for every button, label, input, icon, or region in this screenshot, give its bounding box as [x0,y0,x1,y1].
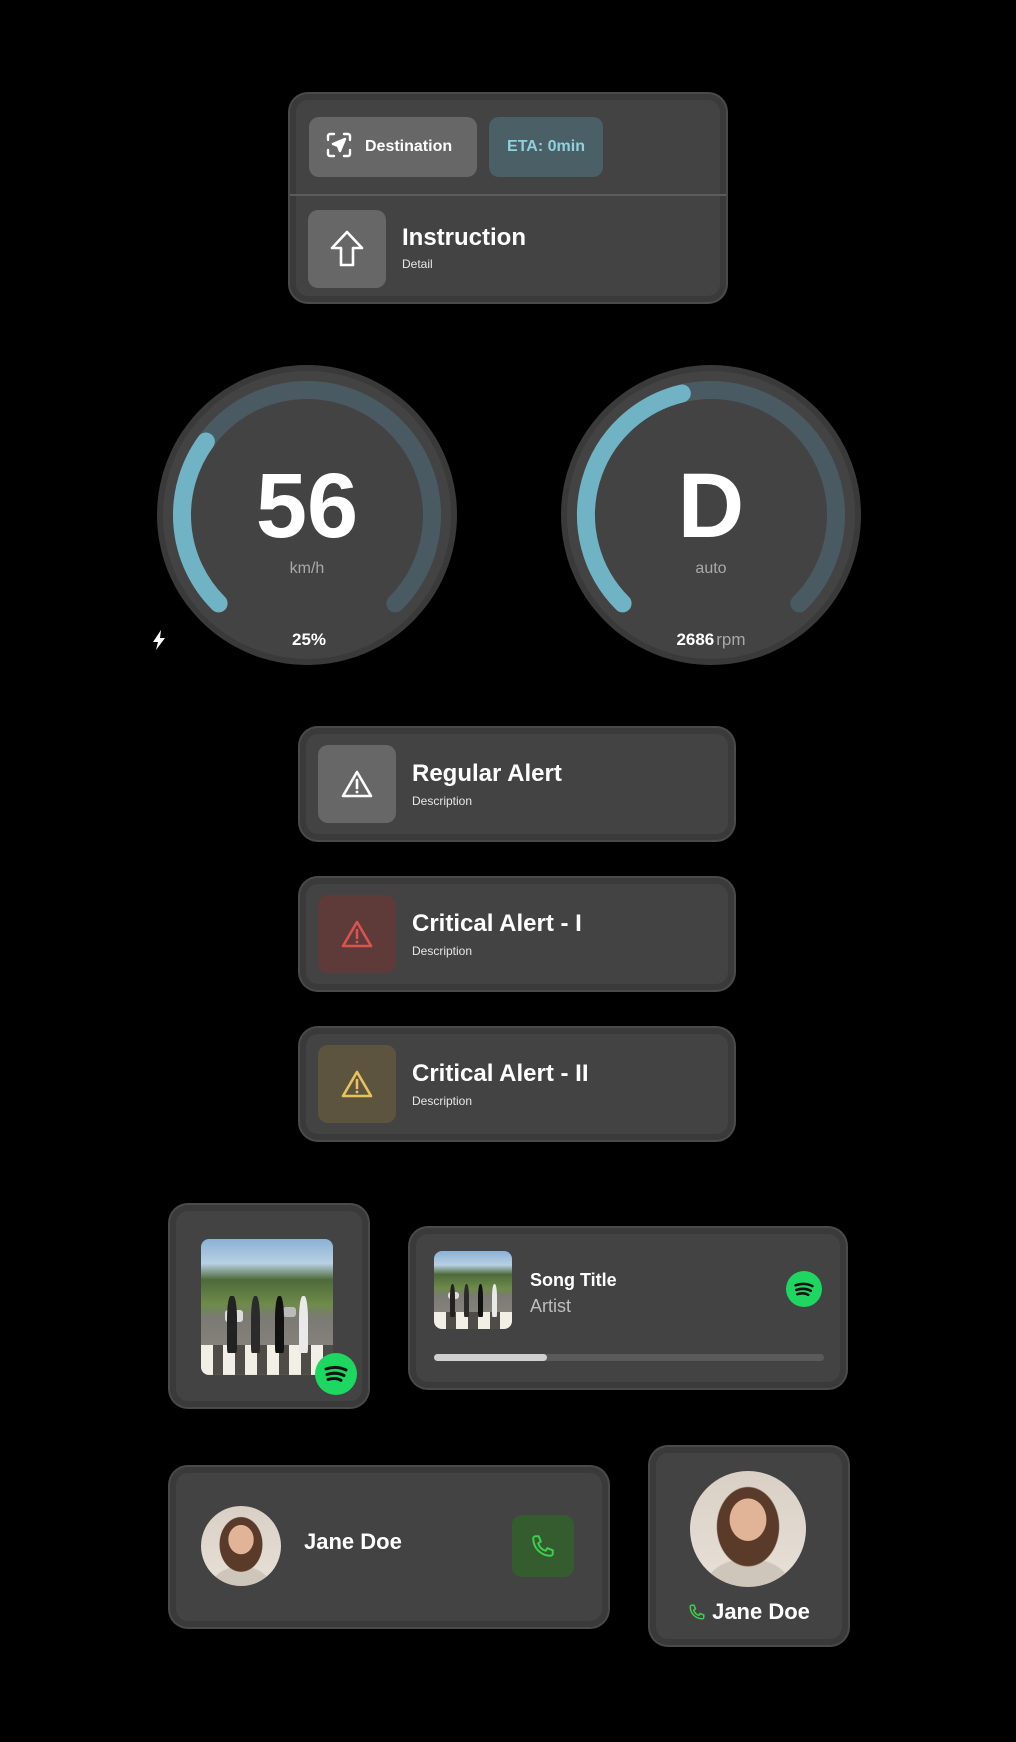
speed-unit: km/h [289,560,325,577]
battery-percent: 25% [291,630,327,649]
contact-name: Jane Doe [712,1599,810,1624]
warning-triangle-icon [318,1045,396,1123]
song-artist: Artist [530,1296,572,1316]
contact-name-row: Jane Doe [650,1599,848,1625]
divider [290,194,726,196]
spotify-icon[interactable] [315,1353,357,1395]
speed-gauge: 56 km/h 25% [152,360,462,670]
avatar [201,1506,281,1586]
avatar [690,1471,806,1587]
destination-label: Destination [365,138,453,155]
warning-triangle-icon [318,895,396,973]
alert-title: Critical Alert - II [412,1060,589,1087]
navigation-card: Destination ETA: 0min Instruction Detail [290,94,726,302]
contact-tile[interactable]: Jane Doe [650,1447,848,1645]
album-art [201,1239,333,1375]
phone-icon [530,1533,556,1559]
contact-name: Jane Doe [304,1529,402,1554]
alert-title: Critical Alert - I [412,910,582,937]
alert-description: Description [412,794,473,808]
rpm-value: 2686 [676,630,715,649]
spotify-icon[interactable] [786,1271,822,1307]
warning-triangle-icon [318,745,396,823]
music-player-card[interactable]: Song Title Artist [410,1228,846,1388]
navigate-arrow-icon [325,131,353,164]
destination-button[interactable]: Destination [309,117,477,177]
album-art [434,1251,512,1329]
instruction-detail: Detail [402,257,433,271]
phone-icon [688,1603,706,1621]
alert-critical-2[interactable]: Critical Alert - II Description [300,1028,734,1140]
alert-description: Description [412,1094,473,1108]
rpm-row: 2686 rpm [556,630,866,650]
speed-value: 56 [255,455,359,557]
battery-row: 25% [152,630,462,650]
alert-title: Regular Alert [412,760,562,787]
album-art-card[interactable] [170,1205,368,1407]
alert-critical-1[interactable]: Critical Alert - I Description [300,878,734,990]
progress-fill [434,1354,548,1361]
instruction-title: Instruction [402,224,526,251]
gear-mode: auto [695,560,727,577]
gear-gauge: D auto 2686 rpm [556,360,866,670]
contact-card[interactable]: Jane Doe [170,1467,608,1627]
call-button[interactable] [512,1515,574,1577]
alert-description: Description [412,944,473,958]
eta-badge: ETA: 0min [489,117,603,177]
gear-value: D [677,455,745,557]
song-title: Song Title [530,1270,617,1290]
arrow-up-icon [308,210,386,288]
rpm-unit: rpm [716,630,746,649]
alert-regular[interactable]: Regular Alert Description [300,728,734,840]
progress-bar[interactable] [434,1354,824,1361]
